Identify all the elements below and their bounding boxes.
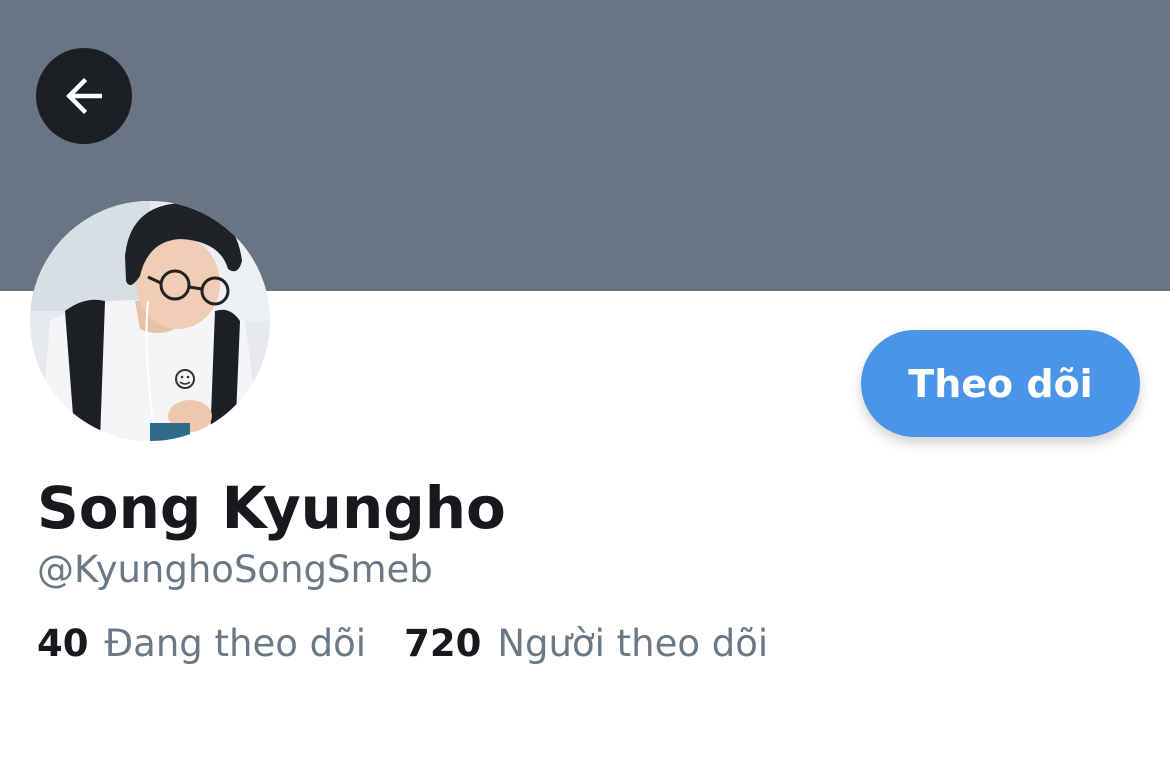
followers-stat[interactable]: 720 Người theo dõi: [404, 622, 768, 666]
user-handle: @KyunghoSongSmeb: [37, 548, 433, 591]
following-label: Đang theo dõi: [104, 622, 367, 665]
back-button[interactable]: [36, 48, 132, 144]
profile-page: Theo dõi Song Kyungho @KyunghoSongSmeb 4…: [0, 0, 1170, 774]
following-stat[interactable]: 40 Đang theo dõi: [37, 622, 366, 666]
avatar-photo: [30, 201, 270, 441]
following-count: 40: [37, 622, 89, 665]
display-name: Song Kyungho: [37, 474, 506, 542]
followers-label: Người theo dõi: [497, 622, 769, 665]
avatar[interactable]: [30, 201, 270, 441]
arrow-left-icon: [57, 69, 111, 123]
followers-count: 720: [404, 622, 482, 665]
profile-stats: 40 Đang theo dõi 720 Người theo dõi: [37, 622, 768, 666]
follow-button[interactable]: Theo dõi: [861, 330, 1140, 437]
